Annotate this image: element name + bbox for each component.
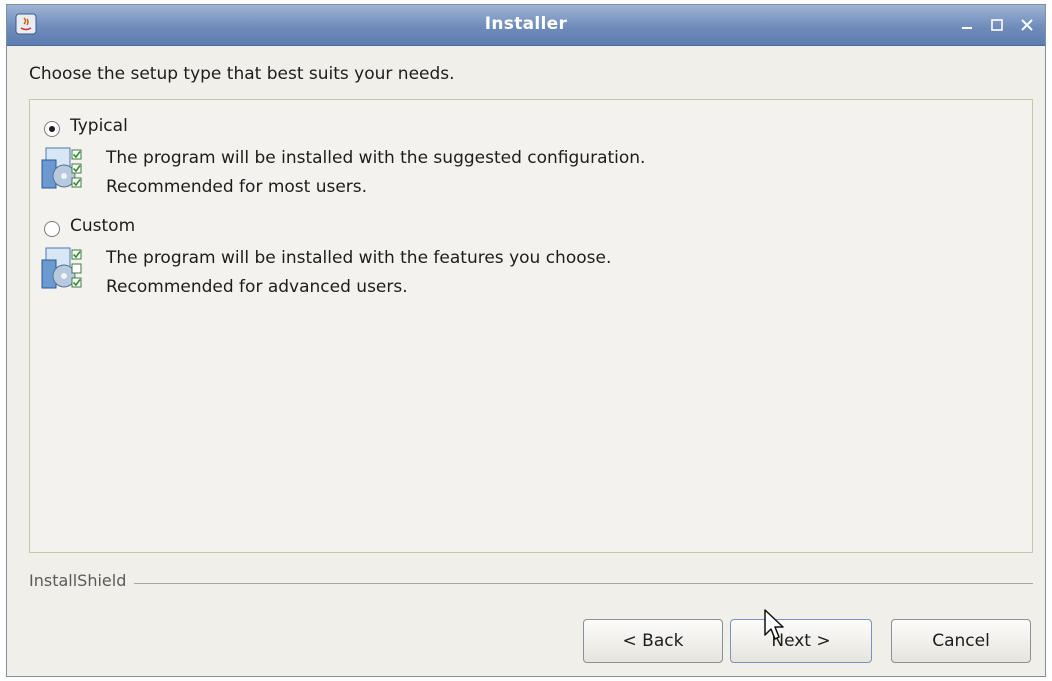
typical-radio[interactable]: [44, 121, 60, 137]
custom-radio[interactable]: [44, 221, 60, 237]
custom-description: The program will be installed with the f…: [106, 244, 611, 302]
install-typical-icon: [41, 147, 82, 189]
next-button[interactable]: Next >: [730, 619, 872, 663]
close-icon[interactable]: [1018, 16, 1036, 34]
custom-description-line-2: Recommended for advanced users.: [106, 277, 408, 297]
typical-description: The program will be installed with the s…: [106, 144, 645, 202]
installshield-brand: InstallShield: [29, 571, 135, 590]
typical-description-line-1: The program will be installed with the s…: [106, 148, 646, 168]
minimize-icon[interactable]: [958, 16, 976, 34]
brand-divider: [29, 583, 1033, 584]
typical-description-line-2: Recommended for most users.: [106, 177, 368, 197]
window-title: Installer: [484, 14, 568, 34]
custom-label[interactable]: Custom: [70, 216, 135, 236]
setup-type-panel: Typical The program will be installed wi…: [29, 99, 1033, 553]
cancel-button[interactable]: Cancel: [891, 619, 1031, 663]
titlebar[interactable]: Installer: [7, 5, 1045, 46]
back-button[interactable]: < Back: [583, 619, 723, 663]
typical-label[interactable]: Typical: [70, 116, 128, 136]
installer-window: Installer Choose the setup type that bes…: [6, 4, 1046, 677]
install-custom-icon: [41, 247, 82, 289]
setup-type-heading: Choose the setup type that best suits yo…: [29, 64, 455, 84]
mouse-pointer-icon: [764, 609, 784, 640]
maximize-icon[interactable]: [988, 16, 1006, 34]
custom-description-line-1: The program will be installed with the f…: [106, 248, 612, 268]
brand-footer: InstallShield: [29, 571, 1033, 591]
